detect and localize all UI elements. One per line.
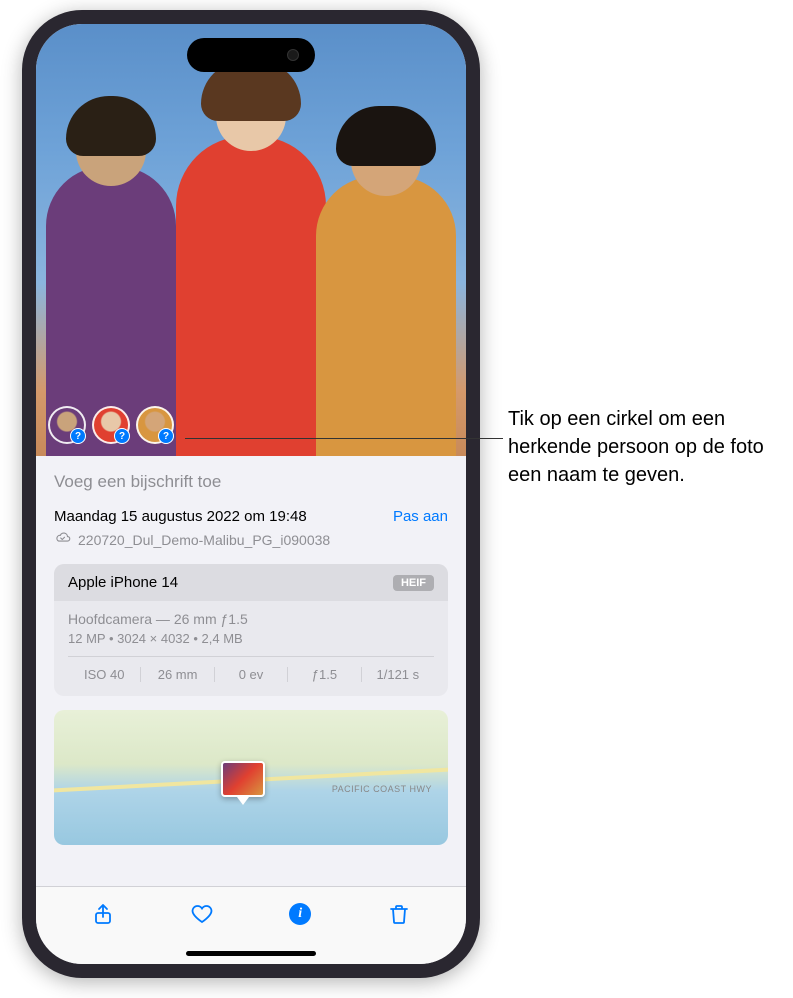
- caption-input[interactable]: Voeg een bijschrift toe: [54, 472, 448, 492]
- adjust-date-button[interactable]: Pas aan: [393, 508, 448, 525]
- map-road-label: PACIFIC COAST HWY: [332, 784, 432, 794]
- spec-aperture: ƒ1.5: [288, 667, 361, 682]
- filename-row: 220720_Dul_Demo-Malibu_PG_i090038: [54, 529, 448, 564]
- camera-specs-row: ISO 40 26 mm 0 ev ƒ1.5 1/121 s: [68, 656, 434, 692]
- camera-header: Apple iPhone 14 HEIF: [54, 564, 448, 601]
- icloud-icon: [54, 529, 72, 550]
- heart-icon: [190, 902, 214, 926]
- camera-device-name: Apple iPhone 14: [68, 574, 178, 591]
- camera-details: Hoofdcamera — 26 mm ƒ1.5 12 MP • 3024 × …: [54, 601, 448, 696]
- resolution-info: 12 MP • 3024 × 4032 • 2,4 MB: [68, 631, 434, 656]
- location-map[interactable]: PACIFIC COAST HWY: [54, 710, 448, 845]
- share-icon: [91, 902, 115, 926]
- person-figure-3: [316, 176, 456, 456]
- spec-focal: 26 mm: [141, 667, 214, 682]
- phone-device-frame: Voeg een bijschrift toe Maandag 15 augus…: [22, 10, 480, 978]
- face-bubble-2[interactable]: [92, 406, 130, 444]
- dynamic-island: [187, 38, 315, 72]
- photo-content: [36, 24, 466, 456]
- spec-shutter: 1/121 s: [362, 667, 434, 682]
- camera-info-card[interactable]: Apple iPhone 14 HEIF Hoofdcamera — 26 mm…: [54, 564, 448, 696]
- face-bubble-3[interactable]: [136, 406, 174, 444]
- person-figure-2: [176, 136, 326, 456]
- info-icon: i: [289, 903, 311, 925]
- delete-button[interactable]: [384, 899, 414, 929]
- spec-ev: 0 ev: [215, 667, 288, 682]
- map-pin-point: [237, 797, 249, 805]
- face-bubble-1[interactable]: [48, 406, 86, 444]
- info-button[interactable]: i: [285, 899, 315, 929]
- callout-leader-line: [185, 438, 503, 439]
- date-row: Maandag 15 augustus 2022 om 19:48 Pas aa…: [54, 508, 448, 529]
- filename-text: 220720_Dul_Demo-Malibu_PG_i090038: [78, 532, 330, 548]
- spec-iso: ISO 40: [68, 667, 141, 682]
- photo-viewer[interactable]: [36, 24, 466, 456]
- metadata-panel: Maandag 15 augustus 2022 om 19:48 Pas aa…: [36, 508, 466, 845]
- lens-info: Hoofdcamera — 26 mm ƒ1.5: [68, 611, 434, 631]
- format-badge: HEIF: [393, 575, 434, 591]
- map-pin[interactable]: [221, 761, 265, 805]
- caption-field-container: Voeg een bijschrift toe: [36, 456, 466, 508]
- trash-icon: [387, 902, 411, 926]
- annotation-callout: Tik op een cirkel om een herkende persoo…: [508, 405, 778, 489]
- map-pin-thumbnail: [221, 761, 265, 797]
- favorite-button[interactable]: [187, 899, 217, 929]
- home-indicator[interactable]: [186, 951, 316, 956]
- share-button[interactable]: [88, 899, 118, 929]
- face-recognition-bubbles: [48, 406, 174, 444]
- photo-date: Maandag 15 augustus 2022 om 19:48: [54, 508, 307, 525]
- phone-screen: Voeg een bijschrift toe Maandag 15 augus…: [36, 24, 466, 964]
